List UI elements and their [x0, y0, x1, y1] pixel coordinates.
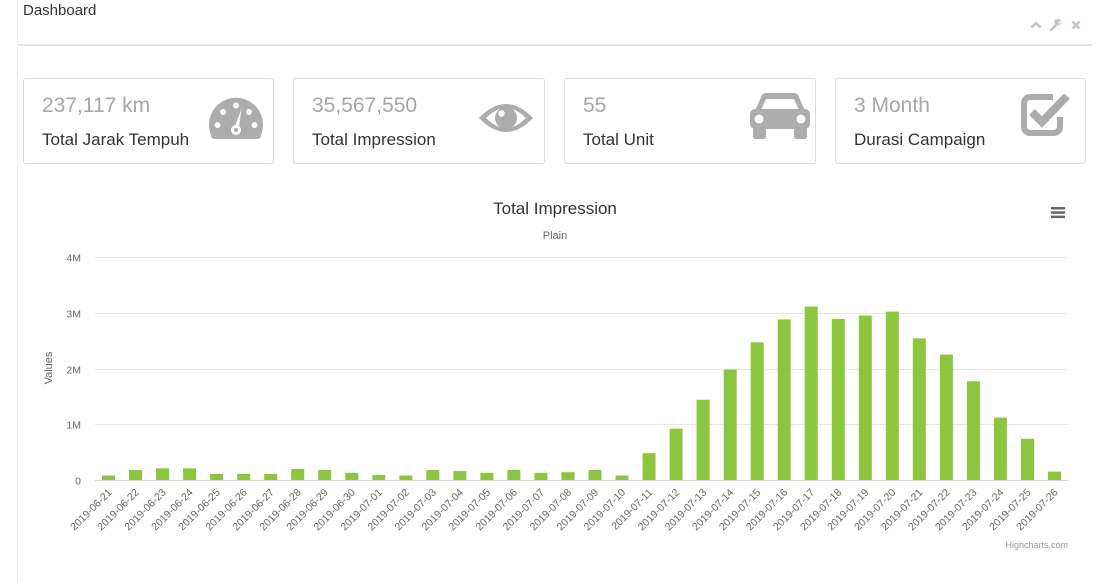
bar[interactable]: [858, 315, 872, 481]
bar[interactable]: [723, 369, 737, 480]
bar[interactable]: [831, 318, 845, 480]
bar[interactable]: [453, 471, 467, 480]
chart-subtitle: Plain: [542, 230, 568, 242]
impression-chart: 0 1M 2M 3M 4M 2019-06-21 2019-06-22 2019-06-23 2…: [0, 190, 1110, 560]
bar-layer: [102, 306, 1061, 481]
bar[interactable]: [561, 472, 575, 480]
stat-value: 237,117 km: [42, 94, 151, 117]
bar[interactable]: [939, 354, 953, 480]
y-tick-label: 4M: [66, 253, 81, 265]
y-tick-label: 1M: [66, 420, 81, 432]
bar[interactable]: [183, 468, 197, 480]
bar[interactable]: [804, 306, 818, 480]
bar[interactable]: [1048, 471, 1061, 480]
y-tick-label: 3M: [66, 309, 81, 321]
bar[interactable]: [345, 472, 359, 480]
y-axis-title: Values: [43, 351, 55, 384]
bar[interactable]: [696, 399, 710, 480]
bar[interactable]: [993, 417, 1007, 480]
bar[interactable]: [615, 475, 629, 481]
stat-label: Total Impression: [312, 130, 436, 149]
bar[interactable]: [1021, 438, 1034, 480]
bar[interactable]: [156, 468, 170, 480]
stat-card-duration: 3 Month Durasi Campaign: [835, 78, 1086, 164]
bar[interactable]: [507, 470, 521, 480]
bar[interactable]: [426, 470, 440, 480]
wrench-icon[interactable]: [1050, 19, 1062, 31]
bar[interactable]: [102, 475, 115, 481]
close-icon[interactable]: [1071, 20, 1081, 30]
chart-credits[interactable]: Highcharts.com: [1005, 540, 1068, 550]
chevron-up-icon[interactable]: [1030, 20, 1042, 29]
bar[interactable]: [210, 473, 224, 480]
stat-card-unit: 55 Total Unit: [564, 78, 816, 164]
bar[interactable]: [399, 475, 413, 481]
bar[interactable]: [669, 428, 683, 480]
label-layer: 01M2M3M4M2019-06-212019-06-222019-06-232…: [66, 253, 1060, 534]
stat-value: 3 Month: [854, 94, 930, 117]
bar[interactable]: [750, 342, 764, 480]
speedometer-icon: [208, 95, 264, 141]
bar[interactable]: [372, 475, 386, 480]
hamburger-menu-icon[interactable]: [1050, 206, 1066, 219]
stat-value: 35,567,550: [312, 94, 418, 117]
page-title: Dashboard: [23, 2, 97, 19]
car-icon: [749, 92, 811, 140]
chart-title: Total Impression: [493, 199, 617, 218]
bar[interactable]: [264, 473, 278, 480]
eye-icon: [478, 99, 534, 137]
header-divider: [18, 44, 1092, 46]
bar[interactable]: [588, 470, 602, 480]
y-tick-label: 2M: [66, 365, 81, 377]
stat-card-impression: 35,567,550 Total Impression: [293, 78, 545, 164]
stat-label: Total Jarak Tempuh: [42, 130, 190, 149]
check-square-icon: [1020, 90, 1072, 136]
stat-label: Durasi Campaign: [854, 130, 986, 149]
y-tick-label: 0: [75, 476, 81, 488]
bar[interactable]: [777, 319, 791, 480]
chart-plot: 01M2M3M4M2019-06-212019-06-222019-06-232…: [43, 253, 1068, 534]
bar[interactable]: [318, 470, 332, 480]
bar[interactable]: [291, 468, 305, 480]
bar[interactable]: [534, 472, 548, 480]
bar[interactable]: [129, 470, 142, 480]
bar[interactable]: [642, 453, 656, 480]
bar[interactable]: [480, 472, 494, 480]
stat-value: 55: [583, 94, 607, 117]
bar[interactable]: [237, 473, 251, 480]
bar[interactable]: [912, 338, 926, 480]
stat-card-distance: 237,117 km Total Jarak Tempuh: [23, 78, 274, 164]
bar[interactable]: [885, 311, 899, 480]
bar[interactable]: [966, 381, 980, 480]
stat-label: Total Unit: [583, 130, 654, 149]
